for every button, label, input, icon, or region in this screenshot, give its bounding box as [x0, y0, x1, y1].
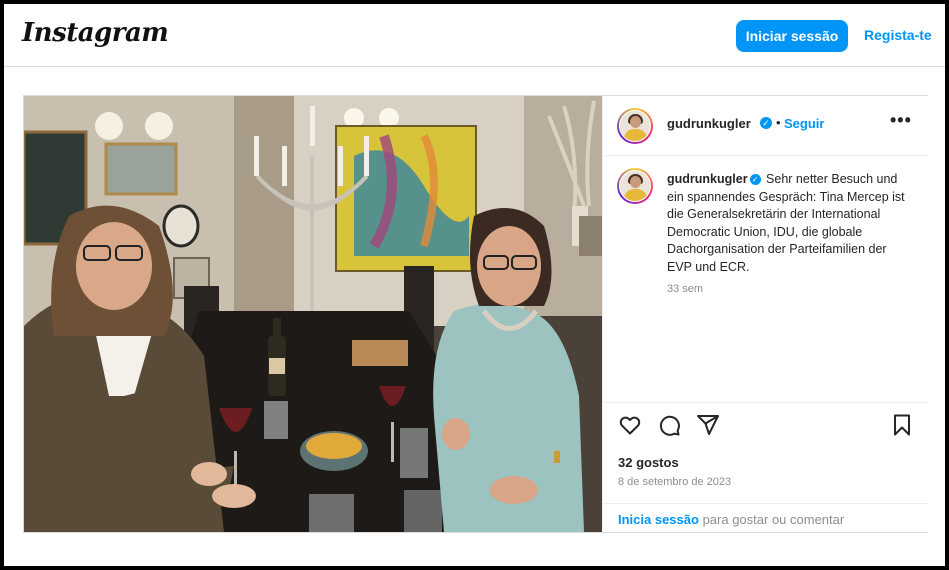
- top-bar: Instagram Iniciar sessão Regista-te: [4, 4, 945, 67]
- likes-count[interactable]: 32 gostos: [618, 455, 679, 470]
- page-frame: Instagram Iniciar sessão Regista-te gudr…: [4, 4, 945, 566]
- post-card: gudrunkugler ✓ • Seguir ••• gudrunkugler…: [23, 95, 928, 533]
- more-icon[interactable]: •••: [890, 110, 912, 131]
- share-icon[interactable]: [696, 413, 720, 437]
- caption-avatar[interactable]: [617, 168, 653, 204]
- caption-username[interactable]: gudrunkugler: [667, 172, 748, 186]
- caption-text: Sehr netter Besuch und ein spannendes Ge…: [667, 172, 905, 274]
- post-date: 8 de setembro de 2023: [618, 476, 732, 488]
- caption-avatar-image: [619, 170, 651, 202]
- instagram-logo[interactable]: Instagram: [22, 18, 169, 48]
- post-header: gudrunkugler ✓ • Seguir •••: [603, 96, 928, 156]
- post-actions: 32 gostos 8 de setembro de 2023 Inicia s…: [603, 402, 928, 533]
- avatar[interactable]: [617, 108, 653, 144]
- login-prompt-text: para gostar ou comentar: [698, 512, 845, 527]
- comment-icon[interactable]: [657, 413, 681, 437]
- separator-dot: •: [776, 115, 781, 130]
- bookmark-icon[interactable]: [890, 413, 914, 437]
- post-author-username[interactable]: gudrunkugler: [667, 116, 751, 131]
- follow-button[interactable]: Seguir: [784, 116, 824, 131]
- post-photo[interactable]: [24, 96, 602, 532]
- register-link[interactable]: Regista-te: [864, 27, 932, 43]
- heart-icon[interactable]: [618, 413, 642, 437]
- caption-verified-icon: ✓: [749, 174, 761, 185]
- login-prompt: Inicia sessão para gostar ou comentar: [603, 503, 928, 534]
- post-sidebar: gudrunkugler ✓ • Seguir ••• gudrunkugler…: [602, 96, 928, 532]
- post-time-ago[interactable]: 33 sem: [667, 283, 703, 295]
- login-button[interactable]: Iniciar sessão: [736, 20, 848, 52]
- verified-icon: ✓: [760, 117, 772, 129]
- avatar-image: [619, 110, 651, 142]
- post-caption: gudrunkugler ✓ Sehr netter Besuch und ein…: [667, 171, 907, 276]
- post-photo-image: [24, 96, 602, 532]
- login-prompt-link[interactable]: Inicia sessão: [618, 512, 699, 527]
